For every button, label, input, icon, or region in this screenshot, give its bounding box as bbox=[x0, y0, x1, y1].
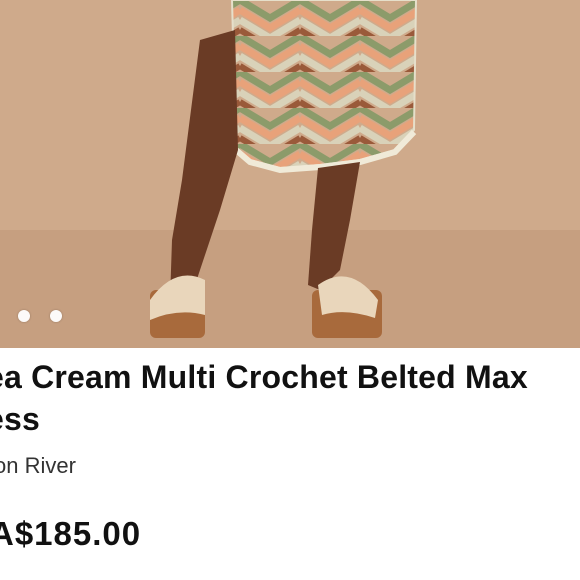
product-price: A$185.00 bbox=[0, 515, 142, 552]
product-image[interactable] bbox=[0, 0, 580, 348]
carousel-dot-2[interactable] bbox=[50, 310, 62, 322]
product-title: ea Cream Multi Crochet Belted Max ess bbox=[0, 359, 528, 437]
carousel-dot-1[interactable] bbox=[18, 310, 30, 322]
product-brand[interactable]: on River bbox=[0, 451, 76, 481]
product-photo-icon bbox=[0, 0, 580, 348]
carousel-dots bbox=[18, 310, 62, 322]
